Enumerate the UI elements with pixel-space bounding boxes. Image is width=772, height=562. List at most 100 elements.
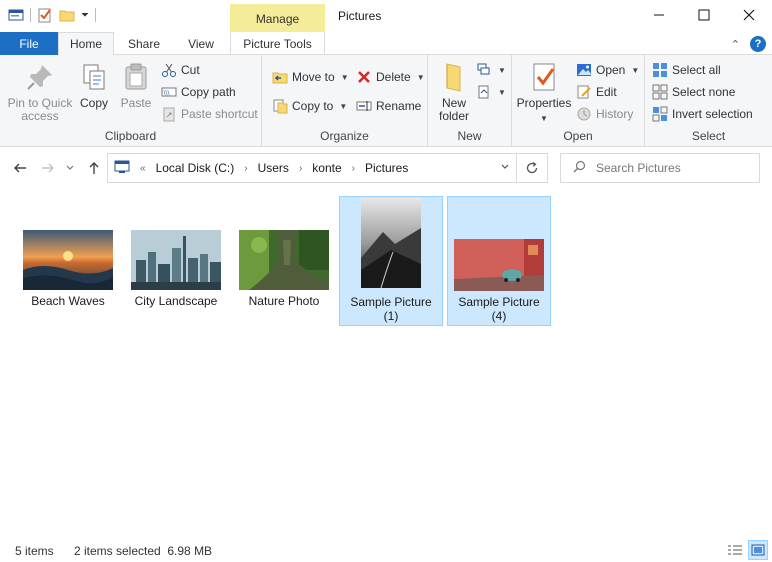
paste-icon — [120, 61, 152, 93]
copy-path-label: Copy path — [181, 85, 236, 99]
file-item-selected[interactable]: Sample Picture (1) — [339, 196, 443, 326]
breadcrumb-item[interactable]: Users — [258, 161, 289, 175]
breadcrumb-item[interactable]: Pictures — [365, 161, 408, 175]
copy-path-button[interactable]: \\\ Copy path — [161, 83, 236, 101]
back-arrow-icon[interactable] — [10, 158, 30, 178]
navigation-row: « Local Disk (C:) › Users › konte › Pict… — [0, 148, 772, 188]
address-history-dropdown-icon[interactable] — [500, 162, 510, 175]
new-folder-button[interactable]: New folder — [434, 61, 474, 123]
move-to-button[interactable]: Move to ▼ — [272, 68, 349, 86]
paste-label: Paste — [120, 96, 152, 110]
open-group-label: Open — [563, 129, 593, 143]
clipboard-group-label: Clipboard — [104, 129, 157, 143]
large-icons-view-icon — [751, 544, 765, 556]
recent-locations-chevron-icon[interactable] — [63, 158, 77, 178]
open-button[interactable]: Open ▼ — [576, 61, 639, 79]
breadcrumb-item[interactable]: Local Disk (C:) — [156, 161, 235, 175]
paste-shortcut-button[interactable]: Paste shortcut — [161, 105, 258, 123]
delete-button[interactable]: Delete ▼ — [356, 68, 425, 86]
forward-arrow-icon[interactable] — [38, 158, 58, 178]
paste-button[interactable]: Paste — [118, 61, 154, 110]
scissors-icon — [161, 62, 177, 78]
file-item-selected[interactable]: Sample Picture (4) — [447, 196, 551, 326]
cut-button[interactable]: Cut — [161, 61, 200, 79]
paste-shortcut-icon — [161, 106, 177, 122]
copy-to-button[interactable]: Copy to ▼ — [272, 97, 347, 115]
breadcrumb-overflow[interactable]: « — [140, 163, 146, 174]
rename-icon — [356, 98, 372, 114]
close-button[interactable] — [726, 0, 772, 30]
beach-waves-thumbnail — [23, 230, 113, 290]
edit-button[interactable]: Edit — [576, 83, 617, 101]
search-box[interactable]: Search Pictures — [560, 153, 760, 183]
explorer-window-icon[interactable] — [8, 7, 24, 23]
breadcrumb: « Local Disk (C:) › Users › konte › Pict… — [108, 160, 408, 177]
refresh-icon — [526, 161, 538, 174]
copy-icon — [78, 61, 110, 93]
properties-label: Properties — [516, 96, 572, 110]
select-none-button[interactable]: Select none — [652, 83, 735, 101]
address-bar[interactable]: « Local Disk (C:) › Users › konte › Pict… — [107, 153, 517, 183]
properties-button[interactable]: Properties ▼ — [516, 61, 572, 125]
new-group-label: New — [457, 129, 482, 143]
new-item-icon — [476, 62, 492, 78]
select-none-label: Select none — [672, 85, 736, 99]
manage-context-tab[interactable]: Manage — [230, 4, 325, 32]
move-to-dropdown-icon: ▼ — [340, 72, 349, 82]
selection-info: 2 items selected 6.98 MB — [74, 544, 213, 558]
minimize-button[interactable] — [636, 0, 682, 30]
breadcrumb-item[interactable]: konte — [312, 161, 341, 175]
select-all-button[interactable]: Select all — [652, 61, 721, 79]
file-list[interactable]: Beach Waves City Landscape Nature Photo … — [0, 188, 772, 533]
breadcrumb-chevron-icon[interactable]: › — [244, 163, 247, 174]
details-view-icon — [728, 545, 742, 555]
delete-dropdown-icon: ▼ — [416, 72, 425, 82]
tab-picture-tools[interactable]: Picture Tools — [230, 32, 325, 55]
sample-picture-4-thumbnail — [454, 239, 544, 291]
details-view-button[interactable] — [725, 540, 745, 560]
edit-label: Edit — [596, 85, 617, 99]
qat-separator — [95, 8, 96, 22]
easy-access-icon — [476, 84, 492, 100]
copy-button[interactable]: Copy — [76, 61, 112, 110]
open-group: Properties ▼ Open ▼ Edit History Open — [512, 55, 645, 147]
invert-selection-label: Invert selection — [672, 107, 753, 121]
large-icons-view-button[interactable] — [748, 540, 768, 560]
select-group: Select all Select none Invert selection … — [645, 55, 772, 147]
open-picture-icon — [576, 62, 592, 78]
search-icon — [573, 160, 586, 176]
file-name: Nature Photo — [248, 294, 320, 308]
tab-view[interactable]: View — [178, 32, 224, 55]
help-icon[interactable]: ? — [750, 36, 766, 52]
up-arrow-icon[interactable] — [84, 158, 104, 178]
invert-selection-button[interactable]: Invert selection — [652, 105, 753, 123]
tab-share[interactable]: Share — [120, 32, 168, 55]
tab-file[interactable]: File — [0, 32, 58, 55]
new-item-button[interactable]: ▼ — [476, 61, 506, 79]
pin-icon — [24, 61, 56, 93]
properties-qat-icon[interactable] — [37, 7, 53, 23]
easy-access-button[interactable]: ▼ — [476, 83, 506, 101]
copy-to-dropdown-icon: ▼ — [339, 101, 348, 111]
new-folder-qat-icon[interactable] — [59, 7, 75, 23]
select-group-label: Select — [691, 129, 726, 143]
file-item[interactable]: City Landscape — [124, 196, 228, 326]
tab-home[interactable]: Home — [58, 32, 114, 56]
pin-to-quick-access-button[interactable]: Pin to Quick access — [6, 61, 74, 123]
collapse-ribbon-icon[interactable]: ⌃ — [731, 38, 740, 51]
history-button[interactable]: History — [576, 105, 633, 123]
svg-text:\\\: \\\ — [164, 90, 171, 97]
breadcrumb-chevron-icon[interactable]: › — [352, 163, 355, 174]
file-item[interactable]: Beach Waves — [16, 196, 120, 326]
customize-qat-icon[interactable]: ⏷ — [81, 10, 89, 21]
ribbon-tab-row: File Home Share View Picture Tools — [0, 32, 772, 56]
refresh-button[interactable] — [517, 153, 548, 183]
breadcrumb-chevron-icon[interactable]: › — [299, 163, 302, 174]
title-bar: ⏷ Manage Pictures — [0, 0, 772, 32]
maximize-button[interactable] — [681, 0, 727, 30]
file-item[interactable]: Nature Photo — [232, 196, 336, 326]
delete-label: Delete — [376, 70, 411, 84]
rename-button[interactable]: Rename — [356, 97, 421, 115]
clipboard-group: Pin to Quick access Copy Paste Cut \\\ C… — [0, 55, 262, 147]
ribbon: Pin to Quick access Copy Paste Cut \\\ C… — [0, 55, 772, 147]
